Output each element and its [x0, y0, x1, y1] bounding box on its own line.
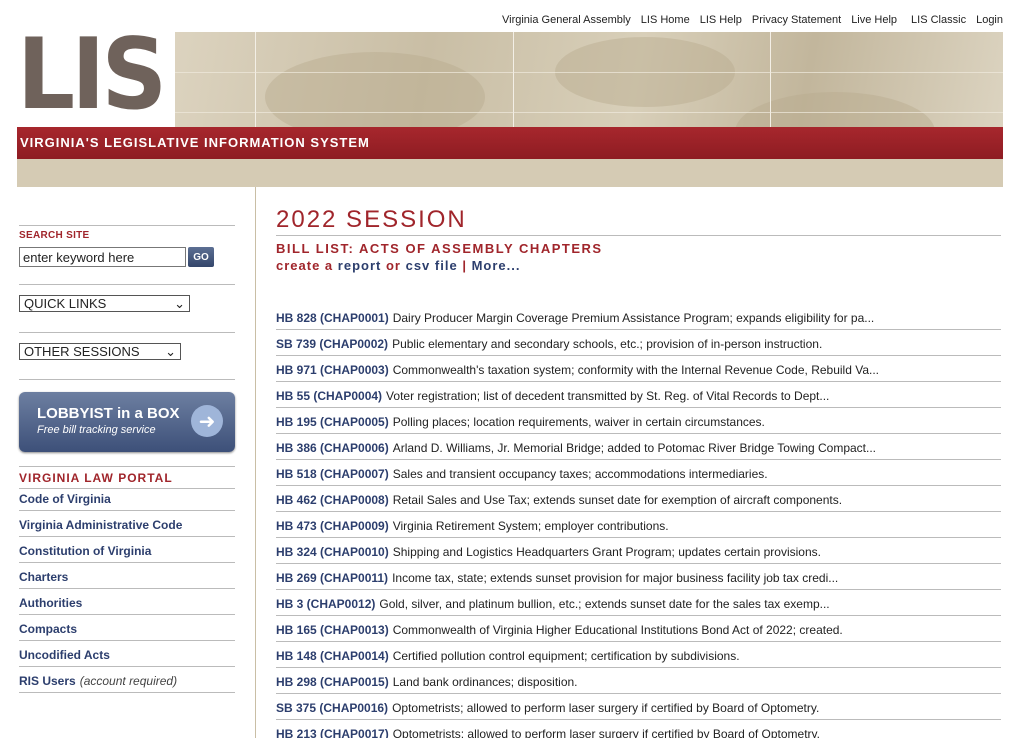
lobbyist-in-a-box-button[interactable]: LOBBYIST in a BOX Free bill tracking ser… [19, 392, 235, 452]
bill-link[interactable]: HB 148 (CHAP0014) [276, 649, 389, 663]
bill-row: HB 518 (CHAP0007) Sales and transient occ… [276, 460, 1001, 486]
bill-description: Voter registration; list of decedent tra… [386, 388, 830, 403]
bill-link[interactable]: HB 195 (CHAP0005) [276, 415, 389, 429]
link-login[interactable]: Login [976, 14, 1003, 26]
bill-description: Arland D. Williams, Jr. Memorial Bridge;… [392, 440, 877, 455]
bill-description: Shipping and Logistics Headquarters Gran… [392, 544, 821, 559]
bill-row: HB 165 (CHAP0013) Commonwealth of Virgini… [276, 616, 1001, 642]
bill-description: Optometrists; allowed to perform laser s… [392, 726, 820, 738]
bill-description: Optometrists; allowed to perform laser s… [392, 700, 820, 715]
bill-link[interactable]: HB 324 (CHAP0010) [276, 545, 389, 559]
bill-link[interactable]: HB 3 (CHAP0012) [276, 597, 375, 611]
bill-row: HB 195 (CHAP0005) Polling places; locatio… [276, 408, 1001, 434]
arrow-right-icon: ➜ [191, 405, 223, 437]
bill-row: HB 971 (CHAP0003) Commonwealth's taxation… [276, 356, 1001, 382]
bill-description: Gold, silver, and platinum bullion, etc.… [379, 596, 830, 611]
bill-link[interactable]: HB 298 (CHAP0015) [276, 675, 389, 689]
bill-link[interactable]: SB 739 (CHAP0002) [276, 337, 388, 351]
bill-row: HB 828 (CHAP0001) Dairy Producer Margin C… [276, 304, 1001, 330]
bill-description: Land bank ordinances; disposition. [392, 674, 578, 689]
sidebar: SEARCH SITE GO QUICK LINKS ⌄ OTHER SESSI… [19, 225, 235, 693]
portal-link-code-of-virginia[interactable]: Code of Virginia [19, 489, 235, 511]
chevron-down-icon: ⌄ [174, 295, 185, 311]
bill-link[interactable]: HB 55 (CHAP0004) [276, 389, 382, 403]
bill-link[interactable]: SB 375 (CHAP0016) [276, 701, 388, 715]
bill-description: Commonwealth's taxation system; conformi… [392, 362, 880, 377]
other-sessions-select[interactable]: OTHER SESSIONS ⌄ [19, 343, 181, 360]
report-link[interactable]: report [338, 258, 382, 273]
portal-link-charters[interactable]: Charters [19, 563, 235, 589]
top-links: Virginia General Assembly LIS Home LIS H… [492, 14, 1003, 26]
bill-link[interactable]: HB 213 (CHAP0017) [276, 727, 389, 738]
bill-row: HB 324 (CHAP0010) Shipping and Logistics … [276, 538, 1001, 564]
banner-title-bar: VIRGINIA'S LEGISLATIVE INFORMATION SYSTE… [17, 127, 1003, 159]
portal-link-compacts[interactable]: Compacts [19, 615, 235, 641]
bill-description: Virginia Retirement System; employer con… [392, 518, 669, 533]
link-privacy[interactable]: Privacy Statement [752, 14, 841, 26]
bill-link[interactable]: HB 462 (CHAP0008) [276, 493, 389, 507]
report-actions: create a report or csv file | More... [276, 258, 521, 273]
bill-row: HB 473 (CHAP0009) Virginia Retirement Sys… [276, 512, 1001, 538]
bill-description: Public elementary and secondary schools,… [392, 336, 823, 351]
search-go-button[interactable]: GO [188, 247, 214, 267]
bill-row: HB 298 (CHAP0015) Land bank ordinances; d… [276, 668, 1001, 694]
bill-list: HB 828 (CHAP0001) Dairy Producer Margin C… [276, 304, 1001, 738]
bill-row: HB 269 (CHAP0011) Income tax, state; exte… [276, 564, 1001, 590]
bill-description: Dairy Producer Margin Coverage Premium A… [392, 310, 875, 325]
bill-link[interactable]: HB 269 (CHAP0011) [276, 571, 388, 585]
bill-row: HB 3 (CHAP0012) Gold, silver, and platinu… [276, 590, 1001, 616]
csv-file-link[interactable]: csv file [406, 258, 458, 273]
bill-link[interactable]: HB 473 (CHAP0009) [276, 519, 389, 533]
session-title: 2022 SESSION [276, 206, 1001, 236]
bill-description: Retail Sales and Use Tax; extends sunset… [392, 492, 843, 507]
bill-row: HB 386 (CHAP0006) Arland D. Williams, Jr.… [276, 434, 1001, 460]
bill-row: SB 375 (CHAP0016) Optometrists; allowed t… [276, 694, 1001, 720]
bill-description: Certified pollution control equipment; c… [392, 648, 740, 663]
bill-link[interactable]: HB 828 (CHAP0001) [276, 311, 389, 325]
search-input[interactable] [19, 247, 186, 267]
bill-description: Income tax, state; extends sunset provis… [392, 570, 839, 585]
portal-link-authorities[interactable]: Authorities [19, 589, 235, 615]
portal-link-admin-code[interactable]: Virginia Administrative Code [19, 511, 235, 537]
portal-link-ris-users[interactable]: RIS Users (account required) [19, 667, 235, 693]
link-lis-home[interactable]: LIS Home [641, 14, 690, 26]
main-content: 2022 SESSION BILL LIST: ACTS OF ASSEMBLY… [276, 206, 1001, 738]
bill-link[interactable]: HB 971 (CHAP0003) [276, 363, 389, 377]
bill-description: Polling places; location requirements, w… [392, 414, 765, 429]
portal-link-constitution[interactable]: Constitution of Virginia [19, 537, 235, 563]
link-live-help[interactable]: Live Help [851, 14, 897, 26]
bill-link[interactable]: HB 165 (CHAP0013) [276, 623, 389, 637]
link-general-assembly[interactable]: Virginia General Assembly [502, 14, 631, 26]
law-portal-title: VIRGINIA LAW PORTAL [19, 467, 235, 489]
lis-logo[interactable]: LIS [17, 32, 175, 127]
chevron-down-icon: ⌄ [165, 343, 176, 359]
bill-row: HB 213 (CHAP0017) Optometrists; allowed t… [276, 720, 1001, 738]
bill-row: HB 55 (CHAP0004) Voter registration; list… [276, 382, 1001, 408]
bill-link[interactable]: HB 518 (CHAP0007) [276, 467, 389, 481]
bill-row: HB 148 (CHAP0014) Certified pollution con… [276, 642, 1001, 668]
site-banner: LIS VIRGINIA'S LEGISLATIVE INFORMATION S… [17, 32, 1003, 187]
search-label: SEARCH SITE [19, 230, 90, 241]
banner-title: VIRGINIA'S LEGISLATIVE INFORMATION SYSTE… [20, 135, 370, 150]
bill-list-title: BILL LIST: ACTS OF ASSEMBLY CHAPTERS [276, 241, 603, 256]
bill-description: Sales and transient occupancy taxes; acc… [392, 466, 768, 481]
bill-link[interactable]: HB 386 (CHAP0006) [276, 441, 389, 455]
quick-links-select[interactable]: QUICK LINKS ⌄ [19, 295, 190, 312]
link-lis-help[interactable]: LIS Help [700, 14, 742, 26]
bill-description: Commonwealth of Virginia Higher Educatio… [392, 622, 843, 637]
portal-link-uncodified-acts[interactable]: Uncodified Acts [19, 641, 235, 667]
link-lis-classic[interactable]: LIS Classic [911, 14, 966, 26]
bill-row: HB 462 (CHAP0008) Retail Sales and Use Ta… [276, 486, 1001, 512]
more-link[interactable]: More... [472, 258, 521, 273]
bill-row: SB 739 (CHAP0002) Public elementary and s… [276, 330, 1001, 356]
